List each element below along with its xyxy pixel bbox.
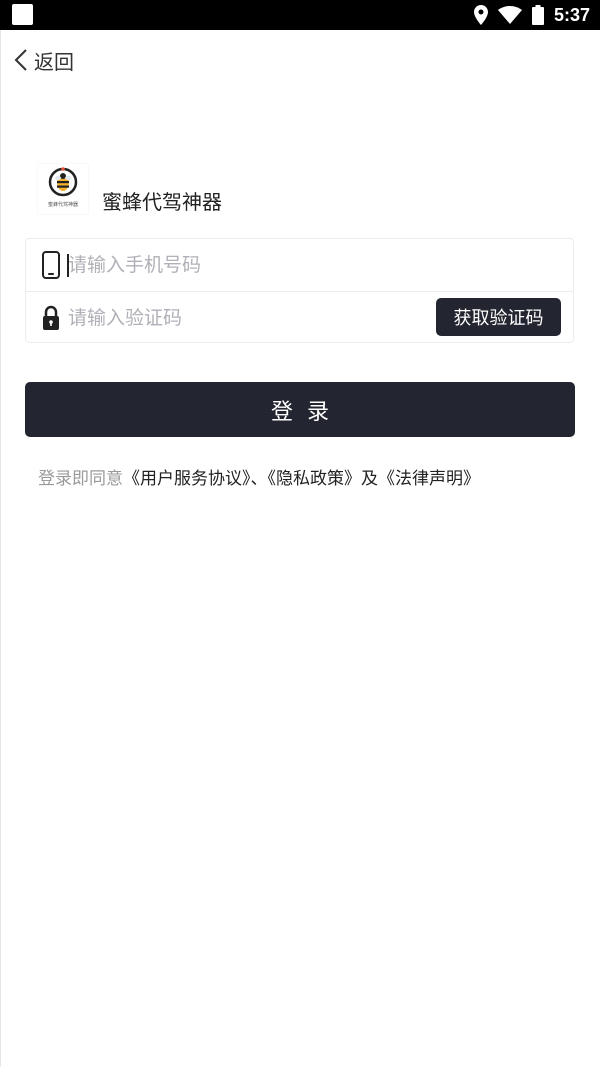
agreement-conjunction: 及	[361, 469, 378, 489]
status-time: 5:37	[553, 4, 590, 25]
app-logo: 蜜蜂代驾神器	[38, 164, 88, 214]
back-button[interactable]: 返回	[14, 44, 74, 76]
login-form: 获取验证码	[25, 238, 574, 343]
agreement-separator: 、	[250, 469, 268, 489]
app-name: 蜜蜂代驾神器	[102, 190, 222, 214]
code-input[interactable]	[66, 300, 428, 336]
phone-input[interactable]	[66, 247, 428, 283]
code-row: 获取验证码	[26, 292, 573, 344]
status-icons: 5:37	[473, 0, 590, 30]
agreement-prefix: 登录即同意	[38, 469, 123, 489]
agreement-text: 登录即同意《用户服务协议》、《隐私政策》及《法律声明》	[38, 464, 480, 489]
left-edge-divider	[0, 30, 1, 1067]
chevron-left-icon	[14, 49, 27, 71]
status-bar: 5:37	[0, 0, 600, 30]
wifi-icon	[497, 6, 522, 24]
app-square-icon	[12, 4, 33, 25]
text-caret	[67, 254, 69, 277]
legal-statement-link[interactable]: 《法律声明》	[378, 469, 480, 489]
get-code-button[interactable]: 获取验证码	[436, 298, 561, 336]
privacy-policy-link[interactable]: 《隐私政策》	[268, 469, 362, 489]
phone-icon	[42, 251, 60, 279]
bee-logo-icon: 蜜蜂代驾神器	[48, 167, 78, 208]
login-button[interactable]: 登录	[25, 382, 575, 437]
user-agreement-link[interactable]: 《用户服务协议》	[123, 469, 251, 489]
battery-icon	[531, 5, 544, 25]
lock-icon	[43, 305, 59, 330]
back-label: 返回	[34, 49, 74, 74]
phone-row	[26, 239, 573, 292]
location-pin-icon	[473, 5, 488, 25]
logo-caption: 蜜蜂代驾神器	[48, 201, 78, 208]
